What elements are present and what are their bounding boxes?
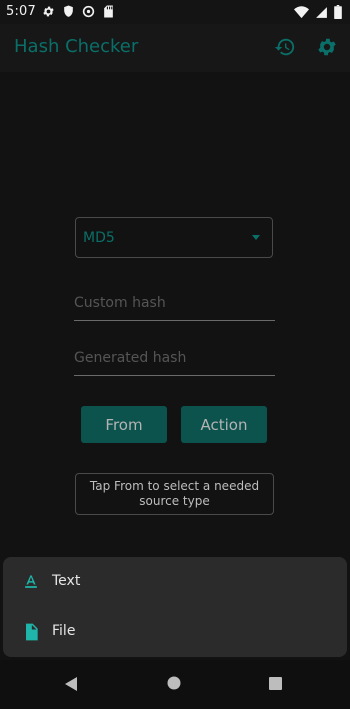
hint-box: Tap From to select a needed source type [75,473,274,515]
status-icons-right [294,5,342,19]
action-button[interactable]: Action [181,406,267,443]
sheet-item-text[interactable]: Text [3,557,347,607]
app-title: Hash Checker [14,36,139,57]
status-icons-left [42,5,114,18]
cell-signal-icon [315,6,328,19]
sheet-item-file[interactable]: File [3,607,347,657]
hash-type-select[interactable]: MD5 [75,217,273,258]
home-icon[interactable] [166,675,182,691]
app-bar: Hash Checker [0,24,350,72]
back-icon[interactable] [63,676,79,692]
recents-icon[interactable] [268,676,283,691]
text-format-icon [21,572,41,592]
settings-icon[interactable] [316,36,340,60]
dropdown-arrow-icon [252,235,260,240]
source-type-sheet: Text File [3,557,347,657]
hint-text: Tap From to select a needed source type [89,479,260,508]
nav-bar [0,660,350,709]
sd-card-icon [103,5,114,18]
custom-hash-field [74,290,275,321]
status-time: 5:07 [6,4,36,19]
status-bar: 5:07 [0,0,350,24]
from-button[interactable]: From [81,406,167,443]
sheet-item-text-label: Text [52,573,81,589]
battery-icon [334,5,342,19]
sheet-item-file-label: File [52,623,76,639]
shield-icon [63,5,74,18]
data-saver-icon [82,5,95,18]
history-icon[interactable] [274,36,298,60]
generated-hash-input[interactable] [74,345,275,371]
file-icon [21,622,41,642]
wifi-icon [294,5,309,19]
hash-type-value: MD5 [83,230,115,246]
custom-hash-input[interactable] [74,290,275,316]
generated-hash-field [74,345,275,376]
settings-icon [42,5,55,18]
